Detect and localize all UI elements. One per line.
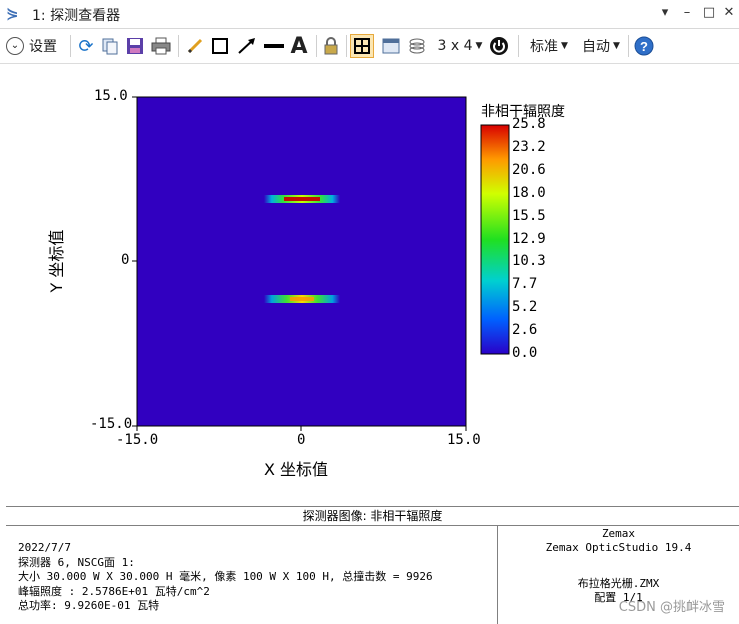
copy-icon[interactable] bbox=[99, 34, 121, 58]
colorbar bbox=[480, 124, 510, 355]
arrow-line-icon[interactable] bbox=[235, 34, 259, 58]
colorbar-tick-label: 12.9 bbox=[512, 230, 546, 247]
detector-plot bbox=[132, 96, 510, 431]
x-axis-title: X 坐标值 bbox=[264, 460, 329, 479]
window-title: 1: 探测查看器 bbox=[32, 8, 121, 24]
auto-dropdown[interactable]: 自动 ▼ bbox=[578, 34, 624, 58]
watermark: CSDN @挑衅冰雪 bbox=[618, 600, 725, 615]
heatmap-field bbox=[136, 96, 467, 427]
lock-icon[interactable] bbox=[321, 34, 341, 58]
colorbar-tick-label: 10.3 bbox=[512, 253, 546, 270]
dropdown-icon[interactable]: ▾ bbox=[655, 4, 675, 22]
svg-text:?: ? bbox=[640, 39, 648, 54]
layers-icon[interactable] bbox=[406, 34, 428, 58]
layout-label: 3 x 4 bbox=[437, 38, 473, 54]
footer-company: Zemax bbox=[601, 527, 636, 540]
maximize-button[interactable]: □ bbox=[699, 4, 719, 22]
line-icon[interactable] bbox=[262, 34, 286, 58]
colorbar-tick-label: 0.0 bbox=[512, 345, 538, 361]
y-tick-label: -15.0 bbox=[90, 416, 133, 432]
settings-label: 设置 bbox=[29, 39, 57, 55]
lower-line-core bbox=[290, 297, 314, 301]
footer-date: 2022/7/7 bbox=[18, 541, 71, 554]
settings-button[interactable]: ⌄ 设置 bbox=[6, 34, 70, 58]
power-icon[interactable] bbox=[488, 34, 510, 58]
chevron-down-icon: ⌄ bbox=[6, 37, 24, 55]
y-axis-title: Y 坐标值 bbox=[47, 229, 66, 293]
footer-size: 大小 30.000 W X 30.000 H 毫米, 像素 100 W X 10… bbox=[18, 570, 433, 583]
title-bar: ⋟ 1: 探测查看器 ▾ – □ ✕ bbox=[0, 0, 739, 29]
colorbar-tick-label: 2.6 bbox=[512, 322, 538, 339]
minimize-button[interactable]: – bbox=[677, 4, 697, 22]
text-tool-icon[interactable]: A bbox=[288, 34, 310, 59]
colorbar-tick-label: 7.7 bbox=[512, 276, 538, 293]
standard-label: 标准 bbox=[530, 39, 559, 55]
rectangle-icon[interactable] bbox=[209, 34, 231, 58]
layout-dropdown[interactable]: 3 x 4 ▼ bbox=[436, 34, 484, 58]
y-tick-label: 0 bbox=[121, 252, 130, 268]
window-layout-icon[interactable] bbox=[380, 34, 402, 58]
caret-down-icon: ▼ bbox=[475, 41, 483, 51]
colorbar-tick-label: 18.0 bbox=[512, 184, 546, 201]
footer-right-info: Zemax Zemax OpticStudio 19.4 布拉格光栅.ZMX 配… bbox=[498, 527, 739, 605]
auto-label: 自动 bbox=[582, 39, 611, 55]
colorbar-tick-label: 5.2 bbox=[512, 299, 538, 316]
colorbar-tick-label: 25.8 bbox=[512, 116, 546, 132]
footer-file: 布拉格光栅.ZMX bbox=[577, 577, 660, 590]
colorbar-tick-label: 20.6 bbox=[512, 161, 546, 178]
save-icon[interactable] bbox=[124, 34, 146, 58]
close-button[interactable]: ✕ bbox=[719, 4, 739, 22]
refresh-icon[interactable]: ⟳ bbox=[75, 34, 97, 58]
footer-product: Zemax OpticStudio 19.4 bbox=[545, 541, 692, 554]
footer-peak: 峰辐照度 : 2.5786E+01 瓦特/cm^2 bbox=[18, 584, 210, 598]
x-tick-label: 15.0 bbox=[447, 432, 481, 448]
help-icon[interactable]: ? bbox=[633, 34, 655, 58]
footer-caption: 探测器图像: 非相干辐照度 bbox=[6, 507, 739, 526]
caret-down-icon: ▼ bbox=[613, 41, 620, 51]
x-tick-label: -15.0 bbox=[116, 432, 159, 448]
grid-layout-icon[interactable] bbox=[350, 34, 374, 58]
footer-detector: 探测器 6, NSCG面 1: bbox=[18, 555, 135, 569]
app-icon: ⋟ bbox=[6, 4, 19, 22]
colorbar-tick-label: 15.5 bbox=[512, 207, 546, 224]
toolbar: ⌄ 设置 ⟳ A 3 x 4 ▼ 标准 ▼ 自动 ▼ ? bbox=[0, 29, 739, 64]
upper-line-core bbox=[284, 197, 320, 201]
standard-dropdown[interactable]: 标准 ▼ bbox=[526, 34, 572, 58]
y-tick-label: 15.0 bbox=[94, 88, 128, 104]
pencil-icon[interactable] bbox=[184, 34, 206, 58]
x-tick-label: 0 bbox=[297, 432, 306, 448]
caret-down-icon: ▼ bbox=[561, 41, 568, 51]
print-icon[interactable] bbox=[150, 34, 172, 58]
colorbar-tick-label: 23.2 bbox=[512, 138, 546, 155]
footer-left-info: 2022/7/7 探测器 6, NSCG面 1: 大小 30.000 W X 3… bbox=[18, 541, 433, 614]
plot-area: 15.0 0 -15.0 -15.0 0 15.0 X 坐标值 Y 坐标值 非相… bbox=[0, 64, 739, 506]
footer-total-power: 总功率: 9.9260E-01 瓦特 bbox=[18, 599, 160, 612]
